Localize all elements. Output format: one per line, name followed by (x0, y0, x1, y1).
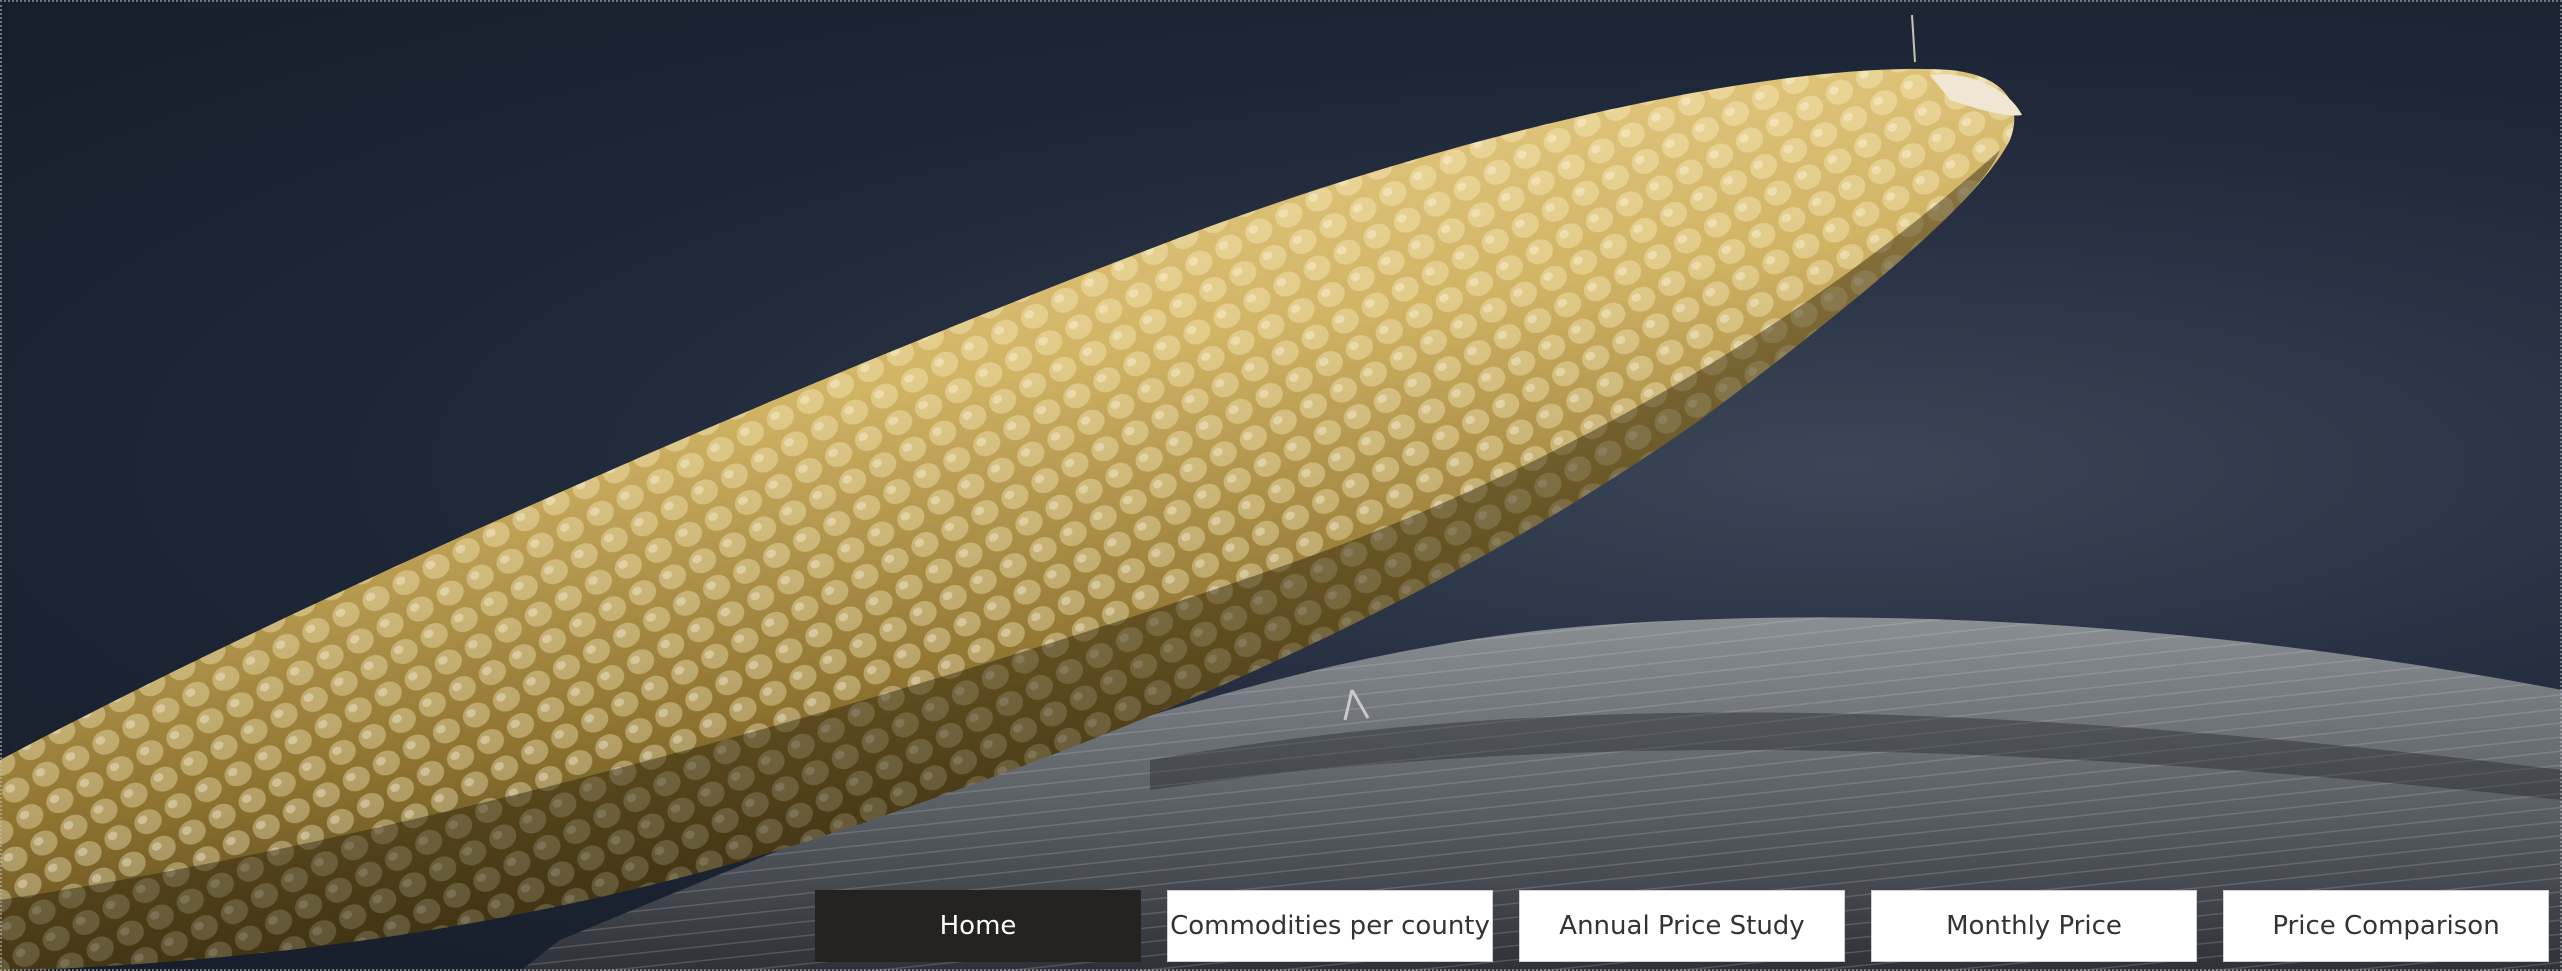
report-page: Home Commodities per county Annual Price S… (0, 0, 2562, 971)
nav-button-home[interactable]: Home (815, 890, 1141, 962)
nav-button-monthly-price[interactable]: Monthly Price (1871, 890, 2197, 962)
nav-button-commodities-per-county[interactable]: Commodities per county (1167, 890, 1493, 962)
nav-button-price-comparison[interactable]: Price Comparison (2223, 890, 2549, 962)
nav-button-annual-price-study[interactable]: Annual Price Study (1519, 890, 1845, 962)
corn-hero-image (0, 14, 2562, 971)
